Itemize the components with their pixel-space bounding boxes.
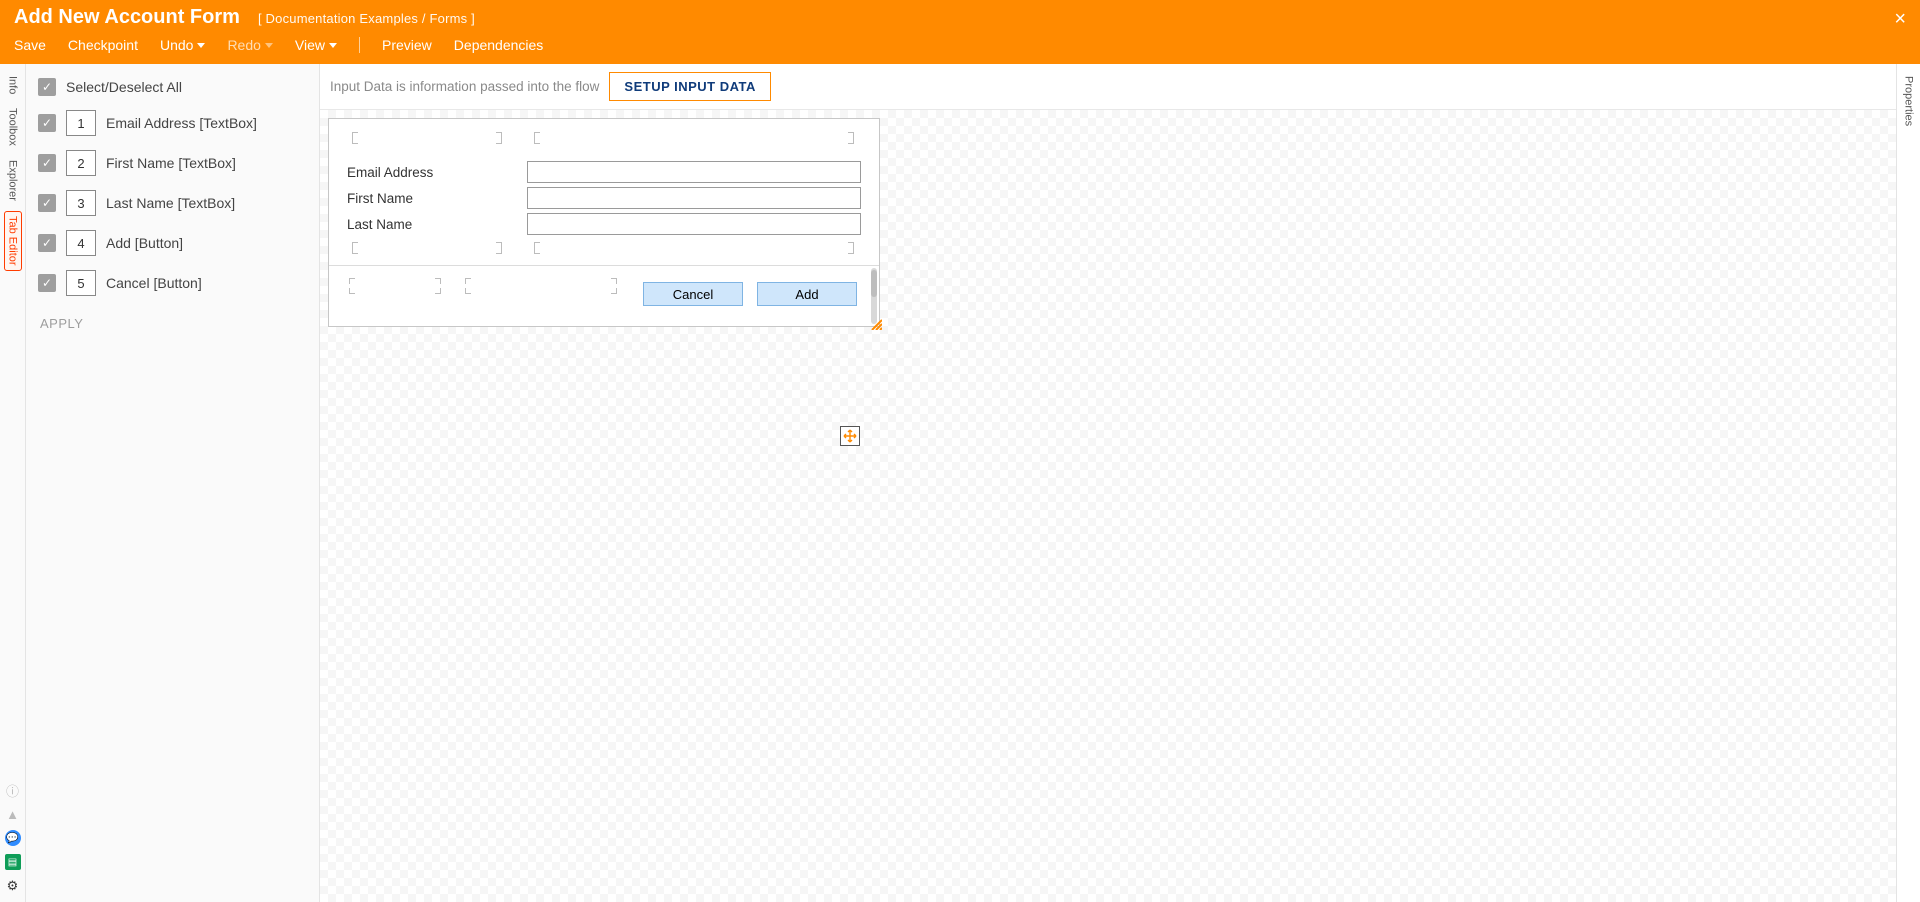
form-container[interactable]: Email Address First Name Last Name	[328, 118, 880, 327]
tab-editor-panel: ✓ Select/Deselect All ✓ 1 Email Address …	[26, 64, 320, 902]
header-toolbar: Save Checkpoint Undo Redo View Preview D…	[14, 37, 1906, 53]
order-input[interactable]: 5	[66, 270, 96, 296]
toolbar-separator	[359, 37, 360, 53]
item-label: First Name [TextBox]	[106, 155, 236, 171]
apply-button[interactable]: APPLY	[38, 310, 85, 337]
add-button[interactable]: Add	[757, 282, 857, 306]
rail-tab-tab-editor[interactable]: Tab Editor	[4, 211, 22, 271]
setup-input-data-button[interactable]: SETUP INPUT DATA	[609, 72, 771, 101]
item-label: Add [Button]	[106, 235, 183, 251]
item-label: Email Address [TextBox]	[106, 115, 257, 131]
form-buttons-section: Cancel Add	[329, 265, 879, 326]
form-row-email: Email Address	[347, 161, 861, 183]
first-name-label: First Name	[347, 191, 527, 206]
email-label: Email Address	[347, 165, 527, 180]
chevron-down-icon	[197, 43, 205, 48]
left-rail: Info Toolbox Explorer Tab Editor ⓘ ▲ 💬 ▤…	[0, 64, 26, 902]
tab-item-row: ✓ 5 Cancel [Button]	[38, 270, 307, 296]
item-checkbox[interactable]: ✓	[38, 194, 56, 212]
undo-button[interactable]: Undo	[160, 37, 205, 53]
main-area: Info Toolbox Explorer Tab Editor ⓘ ▲ 💬 ▤…	[0, 64, 1920, 902]
warning-icon[interactable]: ▲	[5, 806, 21, 822]
preview-button[interactable]: Preview	[382, 37, 432, 53]
rail-bottom-icons: ⓘ ▲ 💬 ▤ ⚙	[5, 782, 21, 902]
section-scrollbar[interactable]	[871, 268, 877, 324]
redo-button[interactable]: Redo	[227, 37, 272, 53]
item-checkbox[interactable]: ✓	[38, 114, 56, 132]
item-checkbox[interactable]: ✓	[38, 234, 56, 252]
item-checkbox[interactable]: ✓	[38, 274, 56, 292]
resize-handle-icon[interactable]	[870, 317, 882, 329]
chevron-down-icon	[329, 43, 337, 48]
tab-item-row: ✓ 1 Email Address [TextBox]	[38, 110, 307, 136]
button-cell-placeholder-group	[345, 274, 665, 302]
order-input[interactable]: 3	[66, 190, 96, 216]
design-canvas[interactable]: Email Address First Name Last Name	[320, 110, 1896, 902]
rail-tab-info[interactable]: Info	[5, 72, 21, 98]
last-name-label: Last Name	[347, 217, 527, 232]
form-row-first-name: First Name	[347, 187, 861, 209]
item-label: Cancel [Button]	[106, 275, 202, 291]
app-header: Add New Account Form [ Documentation Exa…	[0, 0, 1920, 64]
breadcrumb[interactable]: [ Documentation Examples / Forms ]	[258, 11, 475, 26]
input-data-text: Input Data is information passed into th…	[330, 79, 599, 94]
last-name-input[interactable]	[527, 213, 861, 235]
canvas-wrap: Input Data is information passed into th…	[320, 64, 1896, 902]
input-cell-placeholder	[529, 237, 859, 259]
input-cell-placeholder	[529, 127, 859, 149]
input-data-bar: Input Data is information passed into th…	[320, 64, 1896, 110]
rail-tab-properties[interactable]: Properties	[1901, 72, 1917, 902]
undo-label: Undo	[160, 37, 193, 53]
order-input[interactable]: 2	[66, 150, 96, 176]
chat-icon[interactable]: 💬	[5, 830, 21, 846]
redo-label: Redo	[227, 37, 260, 53]
rail-tab-toolbox[interactable]: Toolbox	[5, 104, 21, 150]
right-rail: Properties	[1896, 64, 1920, 902]
order-input[interactable]: 1	[66, 110, 96, 136]
label-cell-placeholder	[347, 237, 507, 259]
select-all-label: Select/Deselect All	[66, 79, 182, 95]
info-circle-icon[interactable]: ⓘ	[5, 782, 21, 798]
item-label: Last Name [TextBox]	[106, 195, 235, 211]
gear-icon[interactable]: ⚙	[5, 878, 21, 894]
tab-item-row: ✓ 2 First Name [TextBox]	[38, 150, 307, 176]
tab-item-row: ✓ 3 Last Name [TextBox]	[38, 190, 307, 216]
save-button[interactable]: Save	[14, 37, 46, 53]
rail-tab-explorer[interactable]: Explorer	[5, 156, 21, 205]
form-row-last-name: Last Name	[347, 213, 861, 235]
tab-item-row: ✓ 4 Add [Button]	[38, 230, 307, 256]
checkpoint-button[interactable]: Checkpoint	[68, 37, 138, 53]
close-icon[interactable]: ×	[1894, 8, 1906, 31]
view-button[interactable]: View	[295, 37, 337, 53]
move-handle-icon[interactable]	[840, 426, 860, 446]
order-input[interactable]: 4	[66, 230, 96, 256]
view-label: View	[295, 37, 325, 53]
page-title: Add New Account Form	[14, 6, 240, 29]
item-checkbox[interactable]: ✓	[38, 154, 56, 172]
select-all-checkbox[interactable]: ✓	[38, 78, 56, 96]
chevron-down-icon	[265, 43, 273, 48]
form-fields-section: Email Address First Name Last Name	[329, 119, 879, 265]
dependencies-button[interactable]: Dependencies	[454, 37, 544, 53]
email-input[interactable]	[527, 161, 861, 183]
document-icon[interactable]: ▤	[5, 854, 21, 870]
first-name-input[interactable]	[527, 187, 861, 209]
label-cell-placeholder	[347, 127, 507, 149]
select-all-row: ✓ Select/Deselect All	[38, 78, 307, 96]
